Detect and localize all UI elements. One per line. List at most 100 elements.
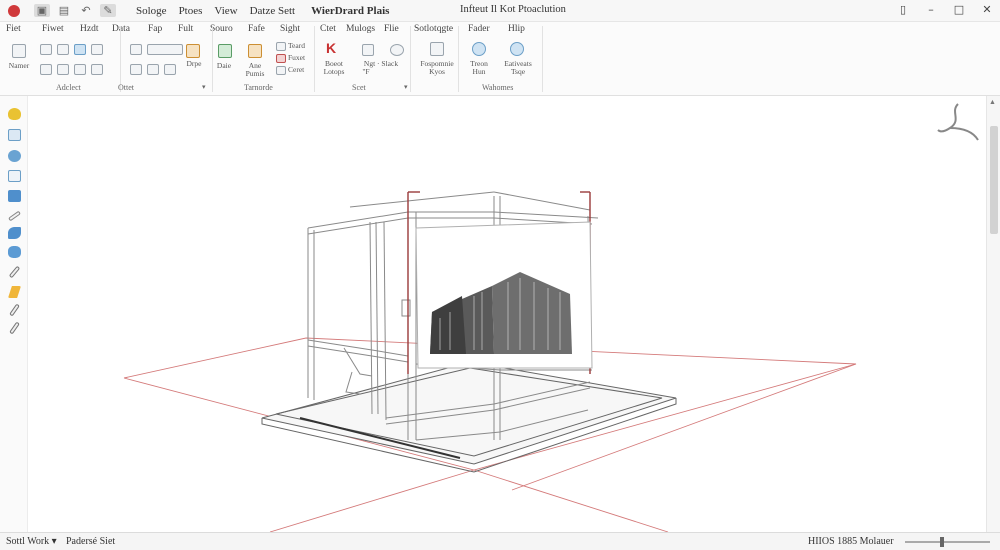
paint-icon[interactable]: [248, 44, 262, 58]
tab[interactable]: Flie: [384, 24, 399, 34]
copy-icon[interactable]: [57, 43, 69, 55]
create-icon[interactable]: [276, 66, 286, 75]
document-icon[interactable]: ▤: [56, 4, 72, 17]
tab[interactable]: Sight: [280, 24, 300, 34]
vertical-scrollbar[interactable]: ▲: [986, 96, 1000, 532]
menu-item[interactable]: Sologe: [130, 5, 173, 17]
link-icon[interactable]: [164, 63, 176, 75]
chat-icon[interactable]: [472, 42, 486, 56]
tab[interactable]: Hzdt: [80, 24, 98, 34]
close-icon[interactable]: ✕: [980, 3, 994, 16]
tab[interactable]: Sotlotqgte: [414, 24, 453, 34]
group-label: Tarnorde: [244, 83, 273, 92]
eativeats-label: Eativeats Tsqe: [504, 59, 532, 76]
tab[interactable]: Mulogs: [346, 24, 375, 34]
circle-icon[interactable]: [390, 44, 404, 56]
scroll-up-icon[interactable]: ▲: [989, 98, 996, 106]
tab[interactable]: Fult: [178, 24, 193, 34]
menu-item[interactable]: View: [208, 5, 243, 17]
pen-icon[interactable]: [40, 63, 52, 75]
teard-label: Teard: [288, 41, 305, 50]
title-bar: ▣ ▤ ↶ ✎ Sologe Ptoes View Datze Sett Wie…: [0, 0, 1000, 22]
boeot-lotops-label: Boeot Lotops: [323, 59, 345, 76]
save-icon[interactable]: ▣: [34, 4, 50, 17]
file-icon[interactable]: [40, 43, 52, 55]
drape-label: Drpe: [186, 59, 202, 68]
status-bar: Sottl Work ▾ Padersé Siet HIIOS 1885 Mol…: [0, 532, 1000, 550]
group-label: Adclect: [56, 83, 81, 92]
tool-row: [40, 62, 103, 76]
ngt-sub-label: "F: [362, 67, 370, 76]
status-workspace[interactable]: Sottl Work ▾: [6, 536, 57, 547]
cut-icon[interactable]: [147, 63, 159, 75]
wrench-icon[interactable]: [362, 44, 374, 56]
text-icon[interactable]: [276, 42, 286, 51]
line-icon[interactable]: [74, 63, 86, 75]
reference-photo: [415, 221, 593, 369]
scroll-thumb[interactable]: [990, 126, 998, 234]
group-expand-icon[interactable]: ▾: [202, 83, 206, 91]
new-icon[interactable]: [12, 44, 26, 58]
copy-icon[interactable]: [8, 170, 21, 182]
tab[interactable]: Fiet: [6, 24, 21, 34]
shape-icon[interactable]: [91, 63, 103, 75]
style-icon[interactable]: [276, 54, 286, 63]
fuxet-label: Fuxet: [288, 53, 306, 62]
move-icon[interactable]: [8, 227, 21, 239]
grid-icon[interactable]: [91, 43, 103, 55]
data-icon[interactable]: [218, 44, 232, 58]
tab[interactable]: Hlip: [508, 24, 525, 34]
globe-icon[interactable]: [510, 42, 524, 56]
tab[interactable]: Fader: [468, 24, 490, 34]
keys-icon[interactable]: [430, 42, 444, 56]
group-label: Wahomes: [482, 83, 514, 92]
tab[interactable]: Fap: [148, 24, 162, 34]
tab[interactable]: Souro: [210, 24, 233, 34]
new-label: Namer: [8, 61, 30, 70]
zoom-slider[interactable]: [905, 541, 990, 543]
k-icon[interactable]: K: [326, 40, 336, 56]
tool-row: [130, 42, 183, 56]
rotate-icon[interactable]: [8, 150, 21, 162]
tool-row: [40, 42, 103, 56]
pen-icon[interactable]: [8, 210, 21, 222]
brush-icon[interactable]: [130, 43, 142, 55]
undo-icon[interactable]: ↶: [78, 4, 94, 17]
lightbulb-icon[interactable]: [8, 108, 21, 120]
treon-hun-label: Treon Hun: [470, 59, 488, 76]
drape-icon[interactable]: [186, 44, 200, 58]
model-viewport[interactable]: [28, 96, 986, 533]
data-label: Daie: [216, 61, 232, 70]
group-expand-icon[interactable]: ▾: [404, 83, 408, 91]
maximize-icon[interactable]: □: [952, 3, 966, 16]
measure-icon[interactable]: [9, 321, 20, 335]
node-icon[interactable]: [130, 63, 142, 75]
minimize-icon[interactable]: –: [924, 3, 938, 16]
orbit-gizmo-icon: [937, 103, 979, 141]
status-info: HIIOS 1885 Molauer: [808, 536, 894, 547]
menu-item-app[interactable]: WierDrard Plais: [305, 5, 395, 17]
pencil-icon[interactable]: [8, 286, 21, 298]
group-label: Scet: [352, 83, 366, 92]
table-icon[interactable]: [74, 43, 86, 55]
quick-access-toolbar: ▣ ▤ ↶ ✎: [34, 4, 116, 17]
tool-row: [130, 62, 176, 76]
menu-item[interactable]: Datze Sett: [244, 5, 302, 17]
link-icon[interactable]: [8, 265, 21, 279]
brush-icon[interactable]: [9, 303, 20, 317]
tab[interactable]: Fiwet: [42, 24, 64, 34]
restore-icon[interactable]: ▯: [896, 3, 910, 16]
paint-icon[interactable]: ✎: [100, 4, 116, 17]
left-toolbar: [0, 96, 28, 532]
layers-icon[interactable]: [8, 190, 21, 202]
tab[interactable]: Ctet: [320, 24, 336, 34]
crop-icon[interactable]: [57, 63, 69, 75]
tab[interactable]: Fafe: [248, 24, 265, 34]
paint-icon[interactable]: [8, 246, 21, 258]
rectangle-icon[interactable]: [147, 43, 183, 55]
menu-item[interactable]: Ptoes: [173, 5, 209, 17]
zoom-slider-thumb[interactable]: [940, 537, 944, 547]
status-sheet: Padersé Siet: [66, 536, 116, 547]
select-icon[interactable]: [8, 129, 21, 141]
model-canvas[interactable]: [28, 96, 986, 533]
